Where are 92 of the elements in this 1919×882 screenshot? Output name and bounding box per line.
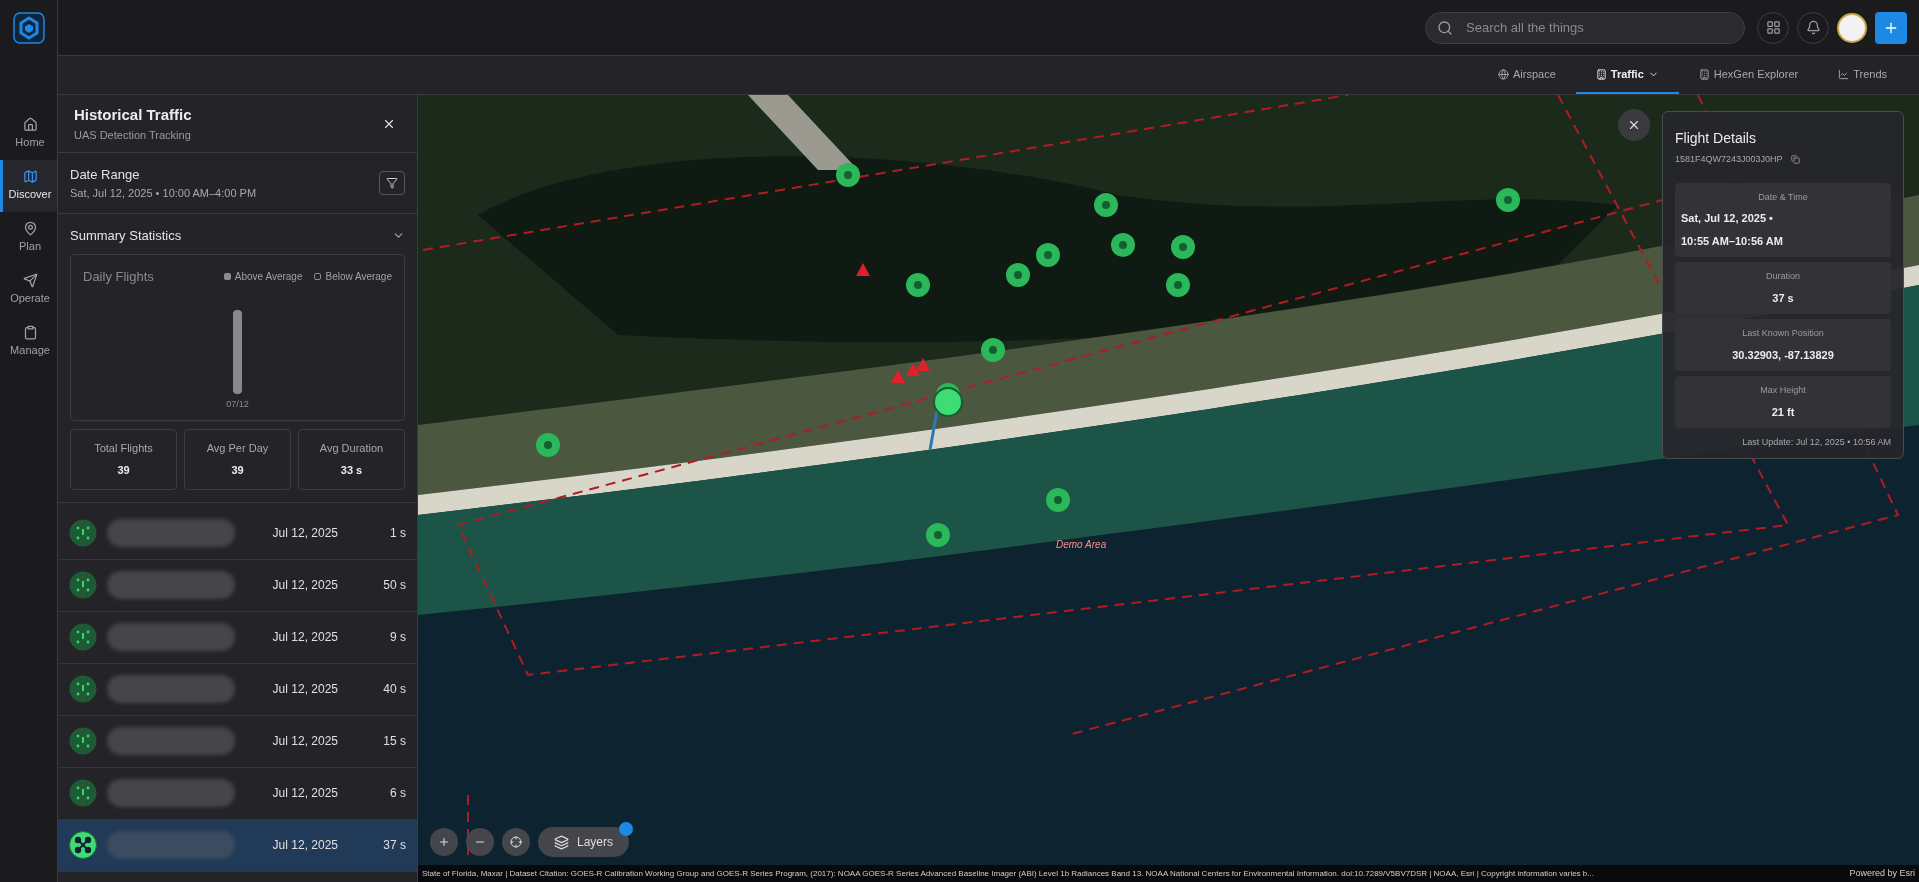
details-value: 30.32903, -87.13829 (1732, 347, 1834, 363)
nav-item[interactable]: Manage (0, 316, 57, 368)
legend-label: Above Average (234, 269, 303, 284)
filter-button[interactable] (379, 171, 405, 195)
drone-icon (69, 571, 97, 599)
flight-duration: 37 s (382, 837, 406, 854)
drone-icon (69, 519, 97, 547)
drone-icon (69, 727, 97, 755)
flight-date: Jul 12, 2025 (272, 629, 338, 646)
flight-row[interactable]: Jul 12, 2025 37 s (58, 819, 417, 872)
flight-row[interactable]: Jul 12, 2025 40 s (58, 663, 417, 716)
details-label: Max Height (1760, 384, 1806, 397)
drone-icon (69, 779, 97, 807)
nav-item[interactable]: Home (0, 108, 57, 160)
details-label: Date & Time (1758, 190, 1808, 204)
pin-icon (22, 221, 38, 237)
add-button[interactable] (1875, 11, 1907, 44)
drone-icon (69, 623, 97, 651)
nav-item[interactable]: Operate (0, 264, 57, 316)
bell-icon (1805, 20, 1821, 35)
flight-row[interactable]: Jul 12, 2025 15 s (58, 715, 417, 768)
flight-row[interactable]: Jul 12, 2025 50 s (58, 559, 417, 612)
stat-label: Avg Per Day (206, 440, 269, 456)
layers-icon (554, 834, 569, 850)
drone-icon (69, 831, 97, 859)
panel-subtitle: UAS Detection Tracking (74, 127, 192, 143)
stat-label: Avg Duration (319, 440, 384, 456)
flight-duration: 40 s (382, 681, 406, 698)
last-update: Last Update: Jul 12, 2025 • 10:56 AM (1742, 436, 1891, 449)
date-range-label: Date Range (70, 166, 141, 184)
tab[interactable]: Airspace (1478, 56, 1576, 94)
map-area-label: Demo Area (1056, 538, 1107, 552)
grid-icon (1765, 20, 1781, 35)
flight-row[interactable]: Jul 12, 2025 9 s (58, 611, 417, 664)
flight-duration: 15 s (382, 733, 406, 750)
esri-credit: Powered by Esri (1849, 866, 1915, 880)
flight-id: 1581F4QW7243J003J0HP (1675, 153, 1783, 166)
nav-item[interactable]: Plan (0, 212, 57, 264)
stat-value: 39 (231, 463, 244, 478)
building-icon (1698, 68, 1710, 80)
nav-item[interactable]: Discover (0, 160, 57, 212)
crosshair-icon (510, 836, 522, 848)
copy-icon[interactable] (1790, 155, 1800, 165)
flight-row[interactable]: Jul 12, 2025 1 s (58, 507, 417, 560)
flight-row[interactable]: Jul 12, 2025 6 s (58, 767, 417, 820)
details-title: Flight Details (1675, 129, 1757, 148)
flight-date: Jul 12, 2025 (272, 785, 338, 802)
panel-title: Historical Traffic (74, 105, 192, 125)
flight-duration: 6 s (389, 785, 406, 802)
drone-icon (69, 675, 97, 703)
flight-date: Jul 12, 2025 (272, 681, 338, 698)
building-icon (1595, 68, 1607, 80)
flight-date: Jul 12, 2025 (272, 525, 338, 542)
avatar[interactable] (1837, 12, 1867, 43)
close-icon (1627, 118, 1641, 132)
send-icon (22, 273, 38, 289)
filter-icon (386, 177, 398, 189)
search-icon (1437, 19, 1453, 36)
details-value: Sat, Jul 12, 2025 • (1681, 211, 1773, 226)
chart-icon (1838, 68, 1850, 80)
clipboard-icon (22, 325, 38, 341)
details-value: 37 s (1772, 290, 1794, 306)
globe-icon (1498, 68, 1509, 80)
axis-label: 07/12 (226, 398, 249, 411)
flight-date: Jul 12, 2025 (272, 733, 338, 750)
legend-label: Below Average (325, 269, 392, 284)
details-label: Last Known Position (1742, 327, 1824, 340)
details-label: Duration (1766, 270, 1800, 283)
legend-swatch (223, 272, 231, 280)
search-field[interactable]: Search all the things (1425, 11, 1745, 44)
logo-icon[interactable] (12, 12, 45, 44)
flight-duration: 50 s (382, 577, 406, 594)
tab[interactable]: HexGen Explorer (1678, 56, 1819, 94)
map-icon (22, 169, 38, 185)
layers-button[interactable]: Layers (538, 827, 630, 857)
details-value: 10:55 AM–10:56 AM (1681, 233, 1783, 249)
stat-label: Total Flights (94, 440, 153, 456)
details-value: 21 ft (1771, 404, 1795, 420)
legend-swatch (314, 272, 322, 280)
map-attribution: State of Florida, Maxar | Dataset Citation: GOES-R Calibration Working Group and GOES-R Series Program, (2017): NOAA GOES-R Series Advanced Baseline Imager (ABI) Level 1b Radiances Band 13. NOAA National Centers for Environmental Information. doi:10.7289/V5BV7DSR | NOAA, Esri | Copyright information varies b... (422, 867, 1594, 880)
flight-duration: 1 s (389, 525, 406, 542)
stat-value: 33 s (340, 463, 363, 478)
chart-title: Daily Flights (83, 267, 154, 286)
date-range-value: Sat, Jul 12, 2025 • 10:00 AM–4:00 PM (70, 185, 257, 201)
flight-date: Jul 12, 2025 (272, 837, 338, 854)
flight-duration: 9 s (389, 629, 406, 646)
tab[interactable]: Trends (1818, 56, 1907, 94)
home-icon (22, 117, 38, 133)
section-title: Summary Statistics (70, 227, 182, 245)
flight-date: Jul 12, 2025 (272, 577, 338, 594)
plus-icon (438, 836, 450, 848)
stat-value: 39 (117, 463, 130, 478)
